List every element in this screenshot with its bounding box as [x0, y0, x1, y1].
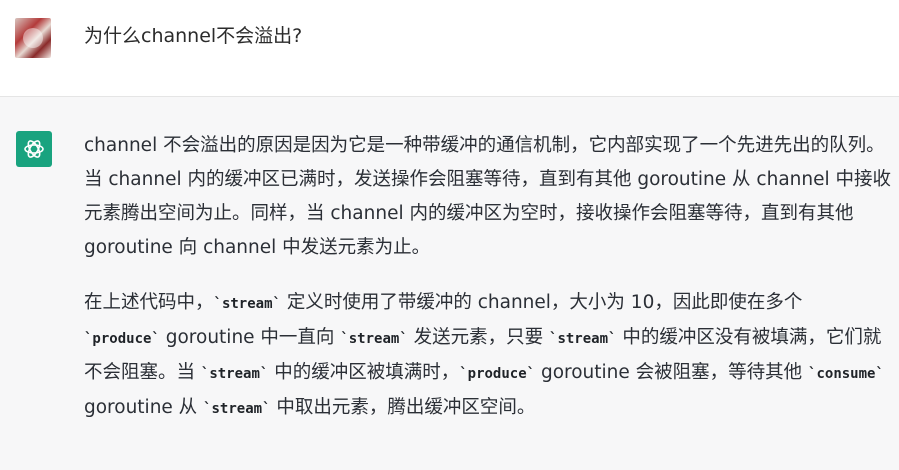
inline-code: `stream` — [200, 366, 269, 382]
text-segment: goroutine 中一直向 — [159, 327, 341, 348]
inline-code: `consume` — [808, 366, 884, 382]
text-segment: 定义时使用了带缓冲的 channel，大小为 10，因此即使在多个 — [280, 292, 803, 313]
inline-code: `produce` — [84, 331, 160, 347]
assistant-reply: channel 不会溢出的原因是因为它是一种带缓冲的通信机制，它内部实现了一个先… — [84, 129, 894, 426]
inline-code: `stream` — [340, 331, 408, 347]
text-segment: 中取出元素，腾出缓冲区空间。 — [270, 397, 536, 418]
reply-paragraph-1: channel 不会溢出的原因是因为它是一种带缓冲的通信机制，它内部实现了一个先… — [84, 135, 892, 258]
inline-code: `stream` — [203, 401, 271, 417]
inline-code: `produce` — [459, 366, 536, 382]
chatgpt-logo-icon — [16, 131, 52, 167]
user-message-row: 为什么channel不会溢出? — [0, 0, 899, 97]
reply-paragraph-2: 在上述代码中，`stream` 定义时使用了带缓冲的 channel，大小为 1… — [84, 286, 894, 426]
text-segment: 在上述代码中， — [84, 292, 214, 313]
text-segment: 中的缓冲区被填满时， — [268, 362, 460, 383]
text-segment: goroutine 会被阻塞，等待其他 — [535, 362, 809, 383]
user-avatar — [15, 18, 51, 58]
text-segment: 发送元素，只要 — [407, 327, 550, 348]
inline-code: `stream` — [213, 296, 281, 312]
user-message: 为什么channel不会溢出? — [84, 25, 303, 47]
inline-code: `stream` — [549, 331, 617, 347]
